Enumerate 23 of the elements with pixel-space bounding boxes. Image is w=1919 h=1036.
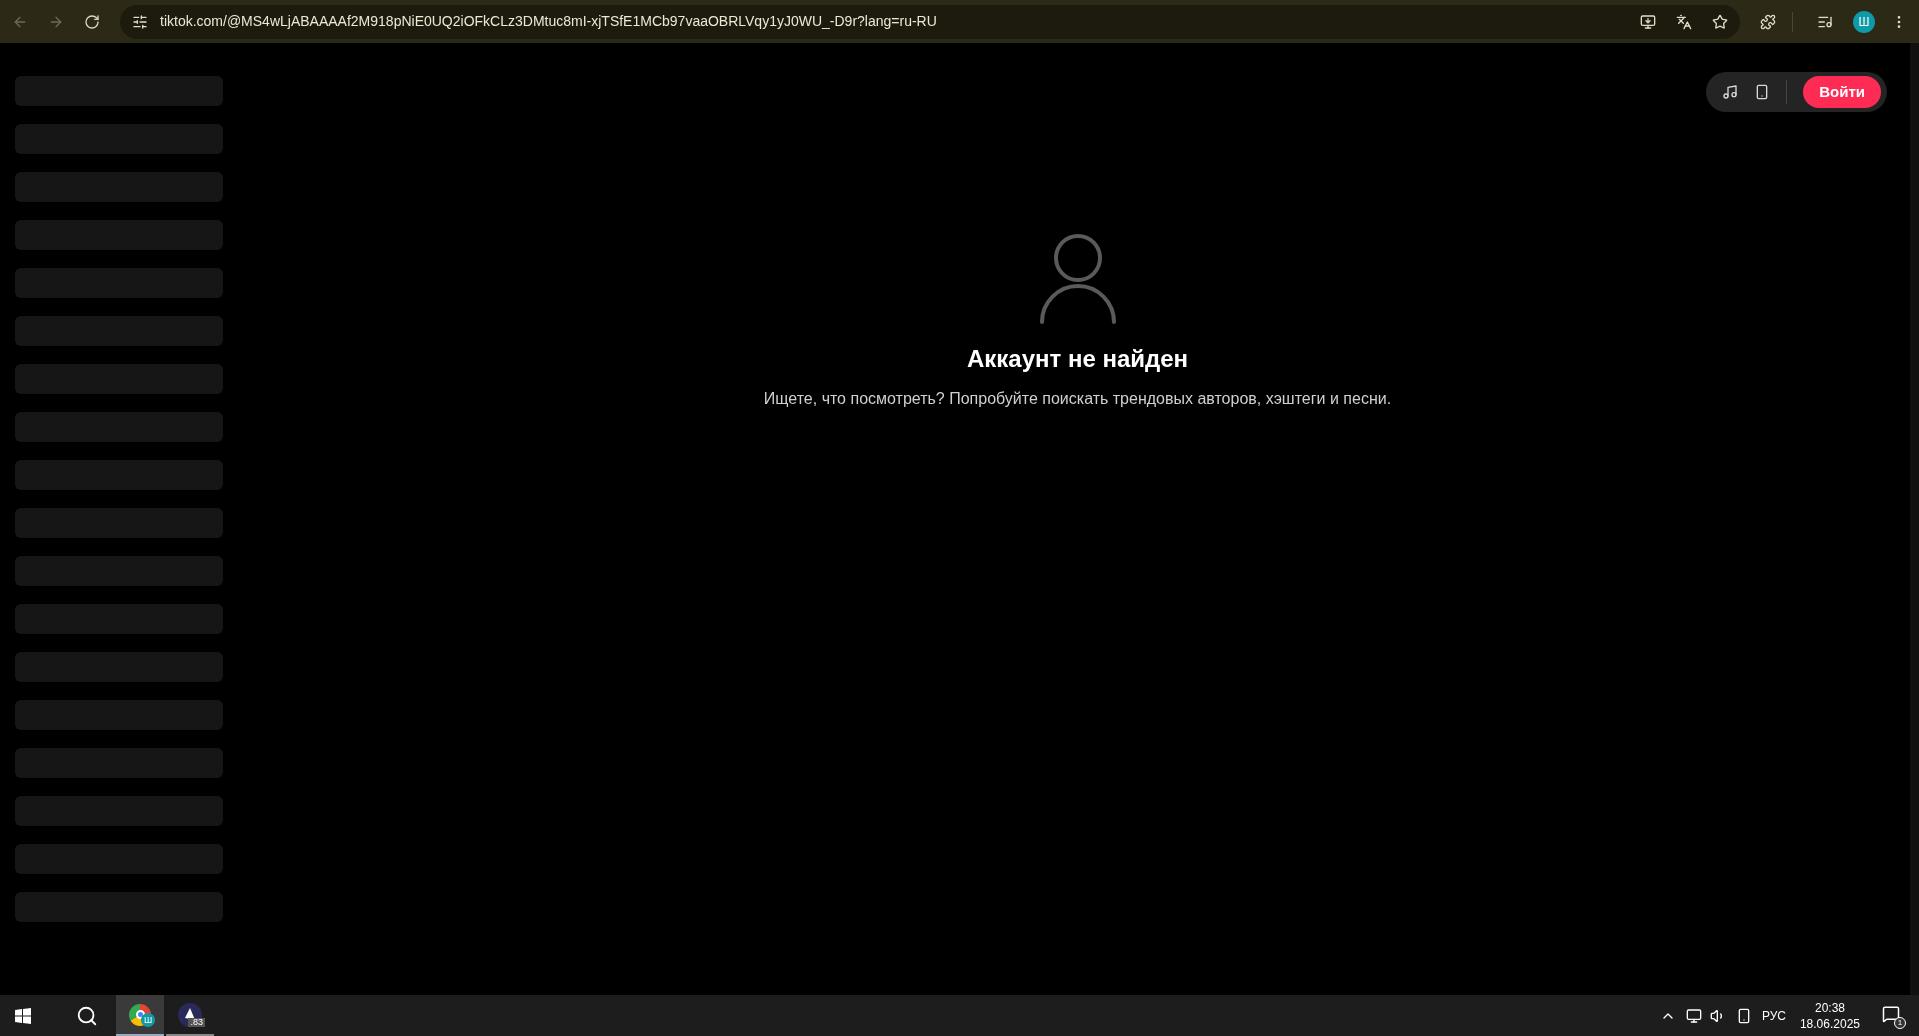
empty-title: Аккаунт не найден [966, 344, 1189, 374]
translate-icon[interactable] [1676, 13, 1692, 30]
login-button[interactable]: Войти [1803, 76, 1881, 108]
app-badge: Ш [141, 1013, 155, 1027]
empty-message: Ищете, что посмотреть? Попробуйте поискать трендовых авторов, хэштеги и песни. [763, 389, 1392, 409]
star-icon[interactable] [1712, 13, 1728, 30]
site-settings-icon[interactable] [132, 13, 148, 30]
taskbar-app[interactable]: .83 [166, 995, 214, 1036]
clock-date[interactable]: 18.06.2025 [1799, 1015, 1860, 1032]
install-icon[interactable] [1640, 13, 1656, 30]
user-icon [1037, 234, 1118, 324]
language-indicator[interactable]: РУС [1761, 1006, 1786, 1025]
network-icon[interactable] [1685, 1007, 1702, 1024]
extensions-icon[interactable] [1760, 13, 1776, 30]
search-icon[interactable] [76, 1004, 98, 1027]
reload-icon[interactable] [84, 13, 100, 30]
music-icon[interactable] [1722, 84, 1739, 100]
notification-count: 1 [1894, 1016, 1906, 1029]
app-badge: .83 [188, 1018, 205, 1027]
address-bar[interactable]: tiktok.com/@MS4wLjABAAAAf2M918pNiE0UQ2iOFkCLz3DMtuc8mI-xjTSfE1MCb97vaaOBRLVqy1yJ0WU_-D9r?lang=ru-RU [120, 4, 1740, 39]
clock-time[interactable]: 20:38 [1814, 999, 1845, 1016]
url-text[interactable]: tiktok.com/@MS4wLjABAAAAf2M918pNiE0UQ2iOFkCLz3DMtuc8mI-xjTSfE1MCb97vaaOBRLVqy1yJ0WU_-D9r?lang=ru-RU [160, 11, 937, 32]
windows-start-icon[interactable] [15, 1007, 31, 1024]
